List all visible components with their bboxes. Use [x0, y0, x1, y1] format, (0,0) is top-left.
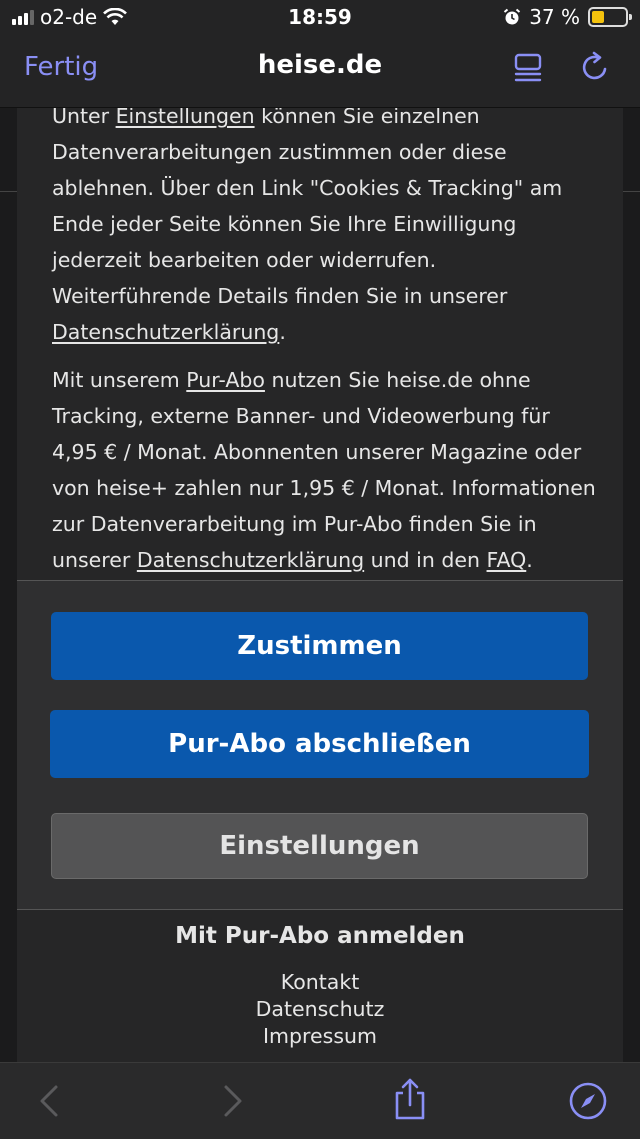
- privacy-policy-link[interactable]: Datenschutzerklärung: [137, 548, 364, 572]
- back-icon[interactable]: [30, 1081, 70, 1121]
- pur-abo-paragraph: Mit unserem Pur-Abo nutzen Sie heise.de …: [52, 362, 597, 578]
- status-bar: o2-de 18:59 37 %: [0, 0, 640, 36]
- consent-text: Unter Einstellungen können Sie einzelnen…: [52, 108, 597, 590]
- battery-fill: [592, 11, 604, 23]
- pur-abo-login-link[interactable]: Mit Pur-Abo anmelden: [17, 923, 623, 949]
- text-segment: .: [279, 320, 286, 344]
- browser-toolbar: [0, 1062, 640, 1139]
- reader-view-icon[interactable]: [512, 52, 544, 84]
- alarm-icon: [504, 8, 521, 25]
- reload-icon[interactable]: [578, 50, 612, 84]
- imprint-link[interactable]: Impressum: [17, 1023, 623, 1050]
- compass-icon[interactable]: [568, 1081, 608, 1121]
- consent-footer: Mit Pur-Abo anmelden Kontakt Datenschutz…: [17, 923, 623, 1050]
- text-segment: und in den: [364, 548, 487, 572]
- page-title: heise.de: [257, 50, 383, 80]
- battery-icon: [588, 7, 632, 27]
- consent-button-panel: Zustimmen Pur-Abo abschließen Einstellun…: [17, 580, 623, 910]
- contact-link[interactable]: Kontakt: [17, 969, 623, 996]
- text-segment: Mit unserem: [52, 368, 187, 392]
- battery-percent: 37 %: [529, 5, 580, 29]
- accept-button[interactable]: Zustimmen: [51, 612, 588, 680]
- consent-paragraph: Unter Einstellungen können Sie einzelnen…: [52, 108, 597, 350]
- text-segment: können Sie einzelnen Datenverarbeitungen…: [52, 108, 563, 308]
- text-segment: nutzen Sie heise.de ohne Tracking, exter…: [52, 368, 596, 572]
- text-segment: Unter: [52, 108, 116, 128]
- text-segment: .: [526, 548, 533, 572]
- footer-links: Kontakt Datenschutz Impressum: [17, 969, 623, 1050]
- cookie-consent-dialog: Unter Einstellungen können Sie einzelnen…: [17, 108, 623, 1062]
- faq-link[interactable]: FAQ: [487, 548, 527, 572]
- settings-button[interactable]: Einstellungen: [51, 813, 588, 879]
- pur-abo-link[interactable]: Pur-Abo: [186, 368, 265, 392]
- web-content: Unter Einstellungen können Sie einzelnen…: [0, 108, 640, 1062]
- divider: [623, 191, 640, 192]
- forward-icon[interactable]: [212, 1081, 252, 1121]
- navigation-bar: Fertig heise.de: [0, 36, 640, 108]
- privacy-link[interactable]: Datenschutz: [17, 996, 623, 1023]
- divider: [0, 191, 17, 192]
- subscribe-pur-abo-button[interactable]: Pur-Abo abschließen: [50, 710, 589, 778]
- privacy-policy-link[interactable]: Datenschutzerklärung: [52, 320, 279, 344]
- battery-info: 37 %: [503, 5, 632, 29]
- settings-link[interactable]: Einstellungen: [116, 108, 255, 128]
- share-icon[interactable]: [390, 1077, 430, 1121]
